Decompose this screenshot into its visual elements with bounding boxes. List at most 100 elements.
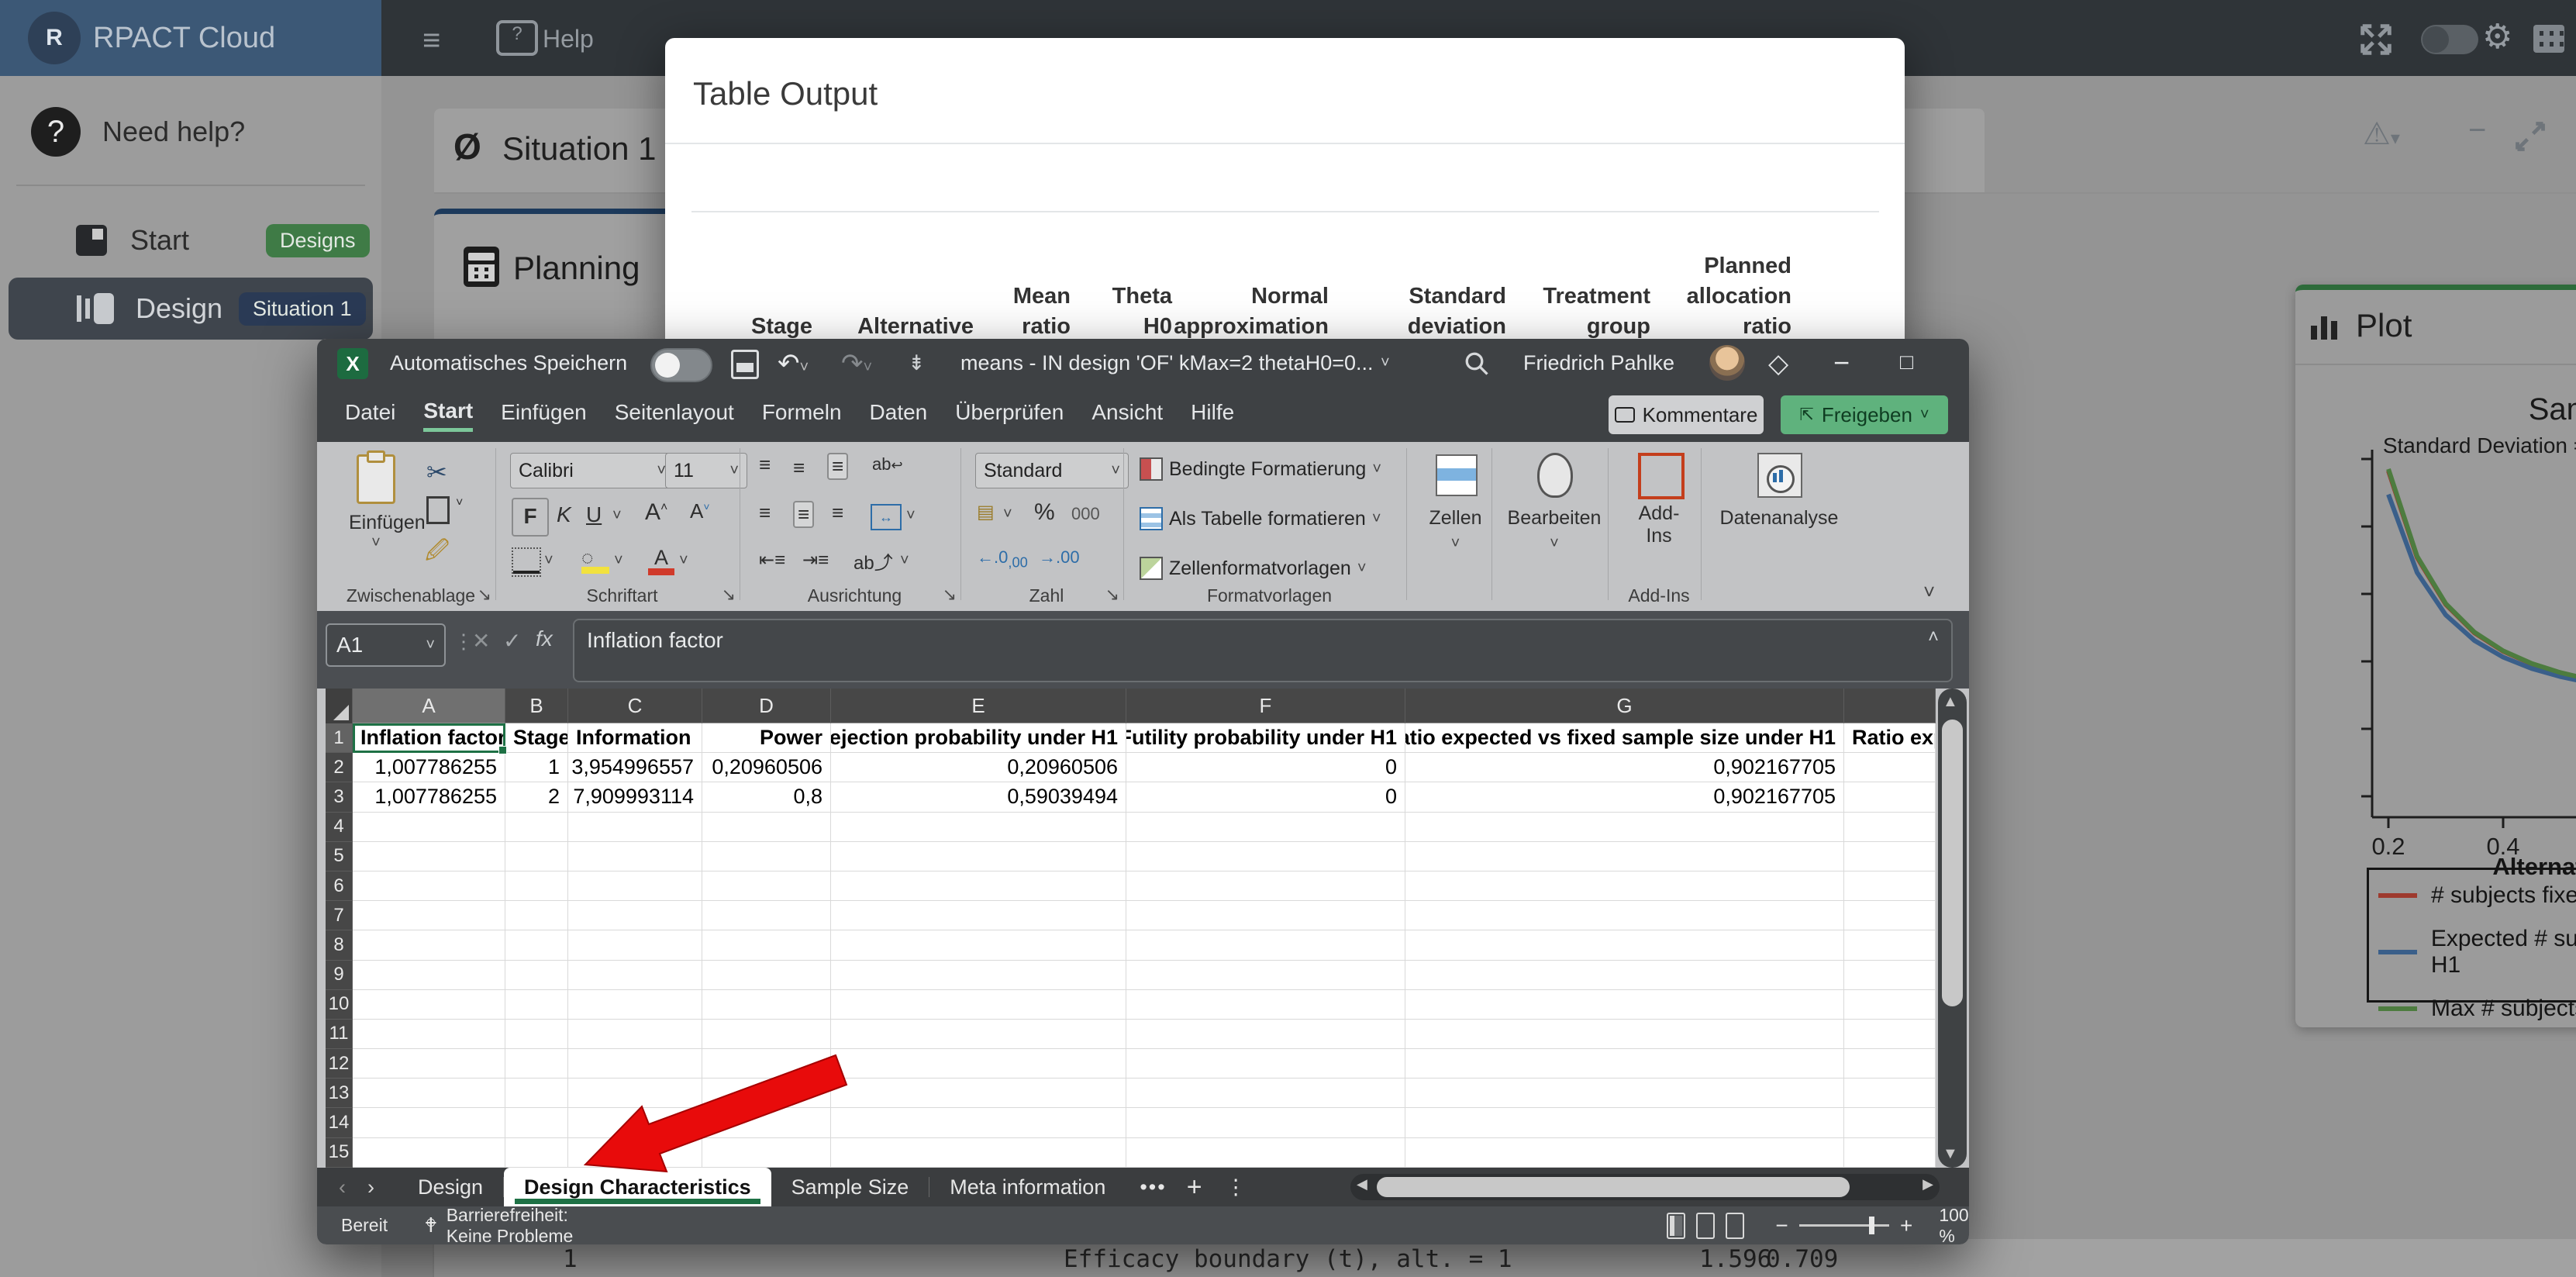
row-header-10[interactable]: 10: [326, 989, 353, 1020]
cell-A2[interactable]: 1,007786255: [353, 753, 505, 783]
cell-A9[interactable]: [353, 960, 505, 990]
cell-A12[interactable]: [353, 1049, 505, 1079]
cell-F6[interactable]: [1126, 871, 1405, 902]
filename-dropdown-icon[interactable]: ˅: [1381, 354, 1390, 372]
cell-E11[interactable]: [831, 1019, 1126, 1050]
align-bottom-button[interactable]: ≡: [827, 453, 849, 480]
cell-C8[interactable]: [568, 930, 702, 961]
italic-button[interactable]: K: [557, 502, 571, 527]
increase-decimal-button[interactable]: ←.0,00: [977, 547, 1028, 571]
row-header-9[interactable]: 9: [326, 960, 353, 990]
cell-H9[interactable]: [1844, 960, 1936, 990]
tab-nav-right-icon[interactable]: ›: [367, 1175, 374, 1199]
cell-A13[interactable]: [353, 1079, 505, 1109]
window-minimize-button[interactable]: −: [1833, 347, 1850, 379]
share-button[interactable]: ⇱ Freigeben ˅: [1781, 395, 1948, 434]
zoom-in-icon[interactable]: +: [1900, 1213, 1912, 1238]
cell-C2[interactable]: 3,954996557: [568, 753, 702, 783]
currency-button[interactable]: ▤: [977, 501, 995, 523]
cell-G15[interactable]: [1405, 1137, 1844, 1168]
cell-B12[interactable]: [505, 1049, 568, 1079]
zoom-out-icon[interactable]: −: [1775, 1213, 1788, 1238]
menu-tab-datei[interactable]: Datei: [345, 400, 395, 430]
cell-E6[interactable]: [831, 871, 1126, 902]
align-left-button[interactable]: ≡: [759, 501, 771, 525]
data-analysis-button[interactable]: Datenanalyse: [1709, 507, 1849, 530]
row-header-14[interactable]: 14: [326, 1108, 353, 1138]
cell-D10[interactable]: [702, 989, 831, 1020]
cell-D12[interactable]: [702, 1049, 831, 1079]
row-header-11[interactable]: 11: [326, 1019, 353, 1050]
cell-E7[interactable]: [831, 901, 1126, 931]
sidebar-item-start[interactable]: Start Designs: [0, 219, 381, 262]
percent-button[interactable]: %: [1034, 499, 1055, 526]
cell-D15[interactable]: [702, 1137, 831, 1168]
cell-B15[interactable]: [505, 1137, 568, 1168]
quick-access-icon[interactable]: ⇟: [908, 351, 926, 375]
expand-panel-icon[interactable]: [2513, 119, 2547, 154]
menu-tab-seitenlayout[interactable]: Seitenlayout: [615, 400, 734, 430]
cell-F5[interactable]: [1126, 841, 1405, 871]
row-header-2[interactable]: 2: [326, 753, 353, 783]
cell-F11[interactable]: [1126, 1019, 1405, 1050]
cell-D7[interactable]: [702, 901, 831, 931]
need-help-item[interactable]: ? Need help?: [31, 107, 245, 157]
align-center-button[interactable]: ≡: [793, 501, 815, 528]
paste-button[interactable]: Einfügen ˅: [349, 450, 426, 551]
edit-icon[interactable]: [1537, 453, 1573, 498]
row-header-13[interactable]: 13: [326, 1079, 353, 1109]
cell-H8[interactable]: [1844, 930, 1936, 961]
row-header-8[interactable]: 8: [326, 930, 353, 961]
cell-G9[interactable]: [1405, 960, 1844, 990]
confirm-entry-icon[interactable]: ✓: [503, 628, 521, 654]
select-all-corner[interactable]: [326, 689, 353, 723]
sheet-horizontal-scrollbar[interactable]: ◀ ▶: [1350, 1174, 1940, 1200]
column-header-C[interactable]: C: [568, 689, 702, 723]
cell-G13[interactable]: [1405, 1079, 1844, 1109]
cell-A1[interactable]: Inflation factor: [353, 723, 505, 754]
menu-tab-daten[interactable]: Daten: [870, 400, 928, 430]
number-dialog-launcher[interactable]: ↘: [1105, 585, 1119, 605]
cell-C12[interactable]: [568, 1049, 702, 1079]
column-header-A[interactable]: A: [353, 689, 505, 723]
cell-E14[interactable]: [831, 1108, 1126, 1138]
cell-H5[interactable]: [1844, 841, 1936, 871]
thousands-button[interactable]: 000: [1071, 504, 1100, 524]
search-icon[interactable]: [1463, 350, 1491, 378]
window-close-button[interactable]: ✕: [1967, 348, 1969, 378]
sheet-tab-sample-size[interactable]: Sample Size: [771, 1168, 929, 1206]
file-name[interactable]: means - IN design 'OF' kMax=2 thetaH0=0.…: [960, 351, 1374, 375]
zoom-level[interactable]: 100 %: [1939, 1205, 1969, 1245]
decrease-decimal-button[interactable]: →.00: [1039, 547, 1080, 568]
formula-bar-collapse-icon[interactable]: ˄: [1928, 626, 1939, 648]
cell-G5[interactable]: [1405, 841, 1844, 871]
cell-E4[interactable]: [831, 812, 1126, 842]
cell-C13[interactable]: [568, 1079, 702, 1109]
cells-icon[interactable]: [1436, 454, 1478, 496]
row-header-1[interactable]: 1: [326, 723, 353, 754]
ribbon-collapse-icon[interactable]: ˅: [1923, 580, 1935, 604]
borders-button[interactable]: [512, 547, 541, 577]
help-label[interactable]: Help: [543, 25, 594, 53]
number-format-select[interactable]: Standard ˅: [975, 453, 1129, 488]
cell-D8[interactable]: [702, 930, 831, 961]
cell-D5[interactable]: [702, 841, 831, 871]
scroll-down-icon[interactable]: ▼: [1943, 1145, 1958, 1163]
view-page-break-icon[interactable]: [1726, 1212, 1745, 1239]
font-dialog-launcher[interactable]: ↘: [722, 585, 736, 605]
cell-H10[interactable]: [1844, 989, 1936, 1020]
cell-H1[interactable]: Ratio exp: [1844, 723, 1936, 754]
wrap-text-button[interactable]: ab⤴: [853, 547, 893, 575]
row-header-4[interactable]: 4: [326, 812, 353, 842]
menu-tab-einfügen[interactable]: Einfügen: [501, 400, 587, 430]
hamburger-menu-icon[interactable]: ≡: [422, 23, 440, 58]
font-color-button[interactable]: A: [648, 546, 674, 577]
cell-H14[interactable]: [1844, 1108, 1936, 1138]
cell-B13[interactable]: [505, 1079, 568, 1109]
cell-H11[interactable]: [1844, 1019, 1936, 1050]
cell-H4[interactable]: [1844, 812, 1936, 842]
cell-E2[interactable]: 0,20960506: [831, 753, 1126, 783]
cell-B8[interactable]: [505, 930, 568, 961]
cell-B14[interactable]: [505, 1108, 568, 1138]
row-header-5[interactable]: 5: [326, 841, 353, 871]
